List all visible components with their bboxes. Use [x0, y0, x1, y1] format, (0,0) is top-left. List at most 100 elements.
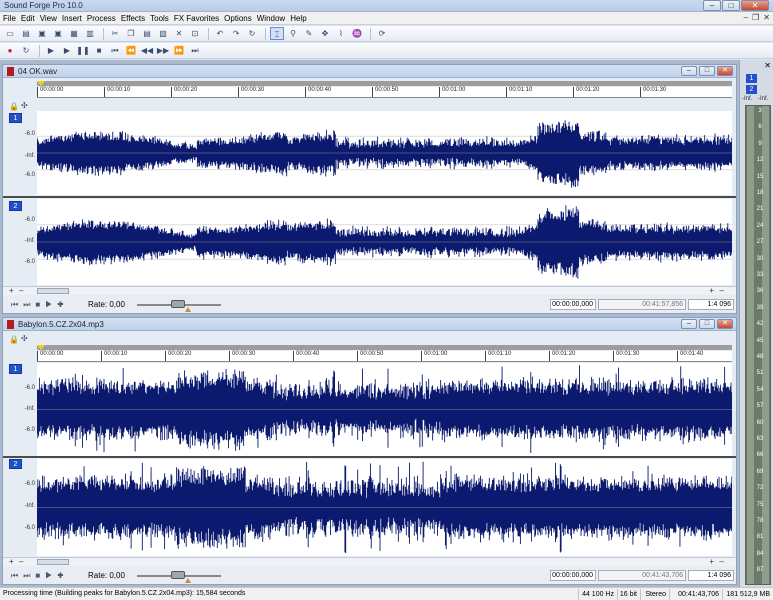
zoom-ratio-field[interactable]: 1:4 096 [688, 299, 734, 310]
rewind-icon[interactable]: ◀◀ [140, 44, 154, 57]
repeat-icon[interactable]: ↻ [245, 27, 259, 40]
loop-icon[interactable]: ↻ [19, 44, 33, 57]
edit-tool-icon[interactable]: ⌶ [270, 27, 284, 40]
zoom-out-right-button[interactable]: – [720, 287, 724, 295]
pencil-tool-icon[interactable]: ✎ [302, 27, 316, 40]
refresh-icon[interactable]: ⟳ [375, 27, 389, 40]
channel-2-badge[interactable]: 2 [9, 459, 22, 469]
waveform-channel-2[interactable] [37, 459, 732, 556]
waveform-channel-2[interactable] [37, 199, 732, 285]
doc-maximize-button[interactable]: □ [699, 66, 715, 76]
selection-start-field[interactable]: 00:00:00,000 [550, 570, 596, 581]
menu-fx-favorites[interactable]: FX Favorites [174, 12, 224, 24]
selection-start-field[interactable]: 00:00:00,000 [550, 299, 596, 310]
new-icon[interactable]: ▭ [3, 27, 17, 40]
rate-slider-knob[interactable] [171, 300, 185, 308]
meters-close-button[interactable]: ✕ [764, 61, 771, 70]
status-channels[interactable]: Stereo [640, 589, 668, 600]
horizontal-scrollbar[interactable]: + – + – [3, 286, 736, 295]
next-icon[interactable]: ⏩ [172, 44, 186, 57]
doc-close-button[interactable]: ✕ [717, 66, 733, 76]
selection-end-field[interactable]: 00:41:43,706 [598, 570, 686, 581]
menu-options[interactable]: Options [224, 12, 257, 24]
meter-channel-1-badge[interactable]: 1 [746, 74, 757, 83]
delete-icon[interactable]: ✕ [172, 27, 186, 40]
scroll-thumb[interactable] [37, 559, 69, 565]
undo-icon[interactable]: ↶ [213, 27, 227, 40]
rate-slider-knob[interactable] [171, 571, 185, 579]
zoom-out-button[interactable]: – [19, 287, 23, 295]
envelope-tool-icon[interactable]: ⌇ [334, 27, 348, 40]
lock-icon[interactable]: 🔒 [9, 335, 19, 344]
mdi-close-button[interactable]: ✕ [763, 13, 770, 22]
horizontal-scrollbar[interactable]: + – + – [3, 557, 736, 566]
menu-file[interactable]: File [3, 12, 21, 24]
event-tool-icon[interactable]: ✥ [318, 27, 332, 40]
trim-icon[interactable]: ⊡ [188, 27, 202, 40]
properties-icon[interactable]: ▥ [83, 27, 97, 40]
menu-help[interactable]: Help [290, 12, 311, 24]
open-icon[interactable]: ▤ [19, 27, 33, 40]
go-start-icon[interactable]: ⏮ [108, 44, 122, 57]
redo-icon[interactable]: ↷ [229, 27, 243, 40]
save-as-icon[interactable]: ▣ [51, 27, 65, 40]
pause-icon[interactable]: ❚❚ [76, 44, 90, 57]
meter-channel-2-badge[interactable]: 2 [746, 85, 757, 94]
mdi-restore-button[interactable]: ❐ [752, 13, 759, 22]
menu-view[interactable]: View [40, 12, 62, 24]
mdi-minimize-button[interactable]: – [744, 13, 748, 22]
scroll-thumb[interactable] [37, 288, 69, 294]
copy-icon[interactable]: ❐ [124, 27, 138, 40]
minimize-button[interactable]: – [703, 0, 721, 11]
go-end-icon[interactable]: ⏭ [188, 44, 202, 57]
time-ruler[interactable]: 00:00:00 00:00:10 00:00:20 00:00:30 00:00:40… [37, 351, 732, 362]
waveform-channel-1[interactable] [37, 363, 732, 456]
channel-1-badge[interactable]: 1 [9, 364, 22, 374]
paste-icon[interactable]: ▤ [140, 27, 154, 40]
zoom-out-right-button[interactable]: – [720, 558, 724, 566]
time-ruler[interactable]: 00:00:00 00:00:10 00:00:20 00:00:30 00:00:40… [37, 87, 732, 98]
playbar-transport-icons[interactable]: ⏮⏭■▶✚ [11, 571, 68, 581]
zoom-in-button[interactable]: + [9, 287, 14, 295]
waveform-channel-1[interactable] [37, 111, 732, 195]
menu-tools[interactable]: Tools [150, 12, 174, 24]
magnify-tool-icon[interactable]: ⚲ [286, 27, 300, 40]
doc-maximize-button[interactable]: □ [699, 319, 715, 329]
menu-process[interactable]: Process [87, 12, 121, 24]
zoom-in-right-button[interactable]: + [709, 287, 714, 295]
stop-icon[interactable]: ■ [92, 44, 106, 57]
selection-end-field[interactable]: 00:41:57,856 [598, 299, 686, 310]
doc-minimize-button[interactable]: – [681, 66, 697, 76]
forward-icon[interactable]: ▶▶ [156, 44, 170, 57]
cut-icon[interactable]: ✂ [108, 27, 122, 40]
doc-minimize-button[interactable]: – [681, 319, 697, 329]
prev-icon[interactable]: ⏪ [124, 44, 138, 57]
zoom-ratio-field[interactable]: 1:4 096 [688, 570, 734, 581]
snap-icon[interactable]: ✣ [21, 334, 28, 343]
menu-window[interactable]: Window [257, 12, 290, 24]
status-bit-depth[interactable]: 16 bit [617, 589, 639, 600]
playhead-marker[interactable] [37, 345, 45, 350]
overview-bar[interactable] [37, 345, 732, 350]
overview-bar[interactable] [37, 81, 732, 86]
zoom-in-button[interactable]: + [9, 558, 14, 566]
lock-icon[interactable]: 🔒 [9, 102, 19, 111]
render-icon[interactable]: ▦ [67, 27, 81, 40]
playhead-marker[interactable] [37, 81, 45, 86]
zoom-out-button[interactable]: – [19, 558, 23, 566]
scrub-tool-icon[interactable]: ♒ [350, 27, 364, 40]
doc-close-button[interactable]: ✕ [717, 319, 733, 329]
zoom-in-right-button[interactable]: + [709, 558, 714, 566]
menu-insert[interactable]: Insert [62, 12, 87, 24]
close-button[interactable]: ✕ [741, 0, 769, 11]
status-sample-rate[interactable]: 44 100 Hz [578, 589, 616, 600]
play-icon[interactable]: ▶ [60, 44, 74, 57]
playbar-transport-icons[interactable]: ⏮⏭■▶✚ [11, 300, 68, 310]
mix-icon[interactable]: ▧ [156, 27, 170, 40]
record-icon[interactable]: ● [3, 44, 17, 57]
snap-icon[interactable]: ✣ [21, 101, 28, 110]
channel-1-badge[interactable]: 1 [9, 113, 22, 123]
menu-effects[interactable]: Effects [121, 12, 150, 24]
maximize-button[interactable]: □ [722, 0, 740, 11]
menu-edit[interactable]: Edit [21, 12, 40, 24]
